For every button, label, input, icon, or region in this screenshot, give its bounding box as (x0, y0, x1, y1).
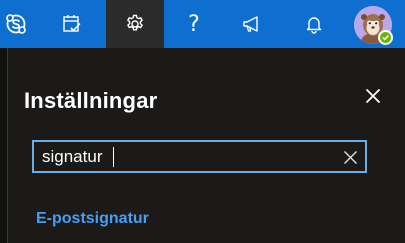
bell-icon (306, 17, 322, 34)
close-icon (365, 88, 381, 104)
left-rail (0, 48, 8, 243)
settings-panel: Inställningar E-postsignatur (8, 48, 405, 243)
megaphone-icon (243, 16, 258, 32)
search-result-email-signature[interactable]: E-postsignatur (36, 210, 149, 228)
question-icon: ? (188, 11, 200, 37)
presence-available-icon (378, 30, 393, 45)
settings-search-input[interactable] (42, 146, 332, 168)
settings-button[interactable] (106, 0, 164, 48)
skype-button[interactable] (0, 0, 32, 48)
close-icon (343, 150, 357, 164)
notifications-button[interactable] (290, 0, 338, 48)
calendar-check-icon (63, 15, 81, 32)
close-panel-button[interactable] (361, 84, 385, 108)
account-button[interactable] (354, 6, 393, 45)
help-button[interactable]: ? (170, 0, 218, 48)
gear-icon (127, 14, 143, 31)
panel-title: Inställningar (24, 88, 158, 113)
settings-search-box (32, 140, 367, 173)
clear-search-button[interactable] (340, 147, 360, 167)
calendar-button[interactable] (48, 0, 96, 48)
feedback-button[interactable] (228, 0, 276, 48)
skype-icon (6, 14, 26, 34)
top-bar: ? (0, 0, 405, 48)
text-caret (113, 147, 114, 167)
